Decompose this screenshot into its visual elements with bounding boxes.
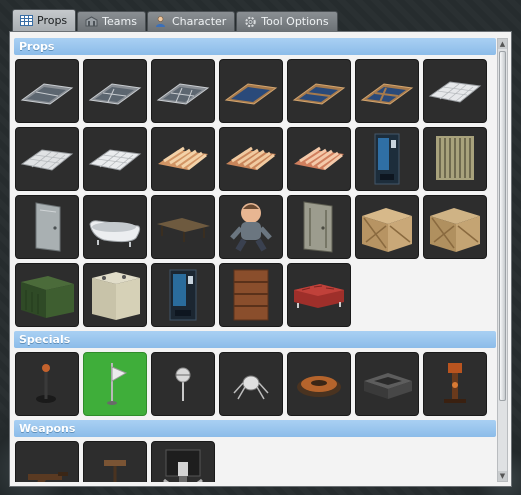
wooden-pallet[interactable] [151, 127, 215, 191]
scroll-down-button[interactable]: ▼ [498, 471, 507, 481]
window-pane-2[interactable] [219, 59, 283, 123]
weapons-grid [14, 441, 496, 482]
metal-tray[interactable] [355, 352, 419, 416]
wooden-crate-2[interactable] [423, 195, 487, 259]
glass-floor-panel-2[interactable] [83, 59, 147, 123]
tab-character[interactable]: Character [146, 11, 236, 31]
tab-label: Teams [102, 15, 137, 28]
tab-label: Character [171, 15, 227, 28]
teddy-doll[interactable] [219, 195, 283, 259]
gun[interactable] [15, 441, 79, 482]
round-landmine[interactable] [287, 352, 351, 416]
metal-cabinet[interactable] [83, 263, 147, 327]
bathtub[interactable] [83, 195, 147, 259]
tile-floor-panel[interactable] [423, 59, 487, 123]
window-pane-2b[interactable] [287, 59, 351, 123]
tab-tool-options[interactable]: Tool Options [236, 11, 338, 31]
metal-door-2[interactable] [287, 195, 351, 259]
scroll-thumb[interactable] [499, 51, 506, 401]
vending-machine-2[interactable] [151, 263, 215, 327]
dumpster[interactable] [15, 263, 79, 327]
spawn-panel: Props Specials Weapons ▲ ▼ [9, 31, 512, 487]
section-header-specials: Specials [14, 331, 496, 348]
vertical-scrollbar[interactable]: ▲ ▼ [497, 38, 508, 482]
gear-icon [243, 16, 257, 28]
wooden-crate[interactable] [355, 195, 419, 259]
glass-floor-panel[interactable] [15, 59, 79, 123]
flag-marker[interactable] [83, 352, 147, 416]
tab-label: Tool Options [261, 15, 329, 28]
wooden-bench[interactable] [151, 195, 215, 259]
stand-turret[interactable] [83, 441, 147, 482]
person-icon [154, 16, 168, 28]
glass-floor-panel-3[interactable] [151, 59, 215, 123]
item-list: Props Specials Weapons [14, 38, 496, 482]
metal-door[interactable] [15, 195, 79, 259]
tab-bar: Props Teams Character Tool Options [12, 9, 338, 31]
mounted-gun[interactable] [151, 441, 215, 482]
tab-props[interactable]: Props [12, 9, 77, 31]
wooden-pallet-2[interactable] [219, 127, 283, 191]
spider-bot[interactable] [219, 352, 283, 416]
bookshelf[interactable] [219, 263, 283, 327]
specials-grid [14, 352, 496, 416]
ceiling-lamp[interactable] [151, 352, 215, 416]
radiator[interactable] [423, 127, 487, 191]
tile-floor-panel-3[interactable] [83, 127, 147, 191]
tab-teams[interactable]: Teams [77, 11, 146, 31]
building-icon [84, 16, 98, 28]
turret-stand[interactable] [423, 352, 487, 416]
scroll-up-button[interactable]: ▲ [498, 39, 507, 49]
props-grid [14, 59, 496, 327]
section-header-props: Props [14, 38, 496, 55]
joystick[interactable] [15, 352, 79, 416]
vending-machine[interactable] [355, 127, 419, 191]
tile-floor-panel-2[interactable] [15, 127, 79, 191]
wooden-pallet-3[interactable] [287, 127, 351, 191]
tab-label: Props [37, 14, 68, 27]
grid-icon [19, 15, 33, 27]
section-header-weapons: Weapons [14, 420, 496, 437]
red-couch[interactable] [287, 263, 351, 327]
window-pane-4[interactable] [355, 59, 419, 123]
